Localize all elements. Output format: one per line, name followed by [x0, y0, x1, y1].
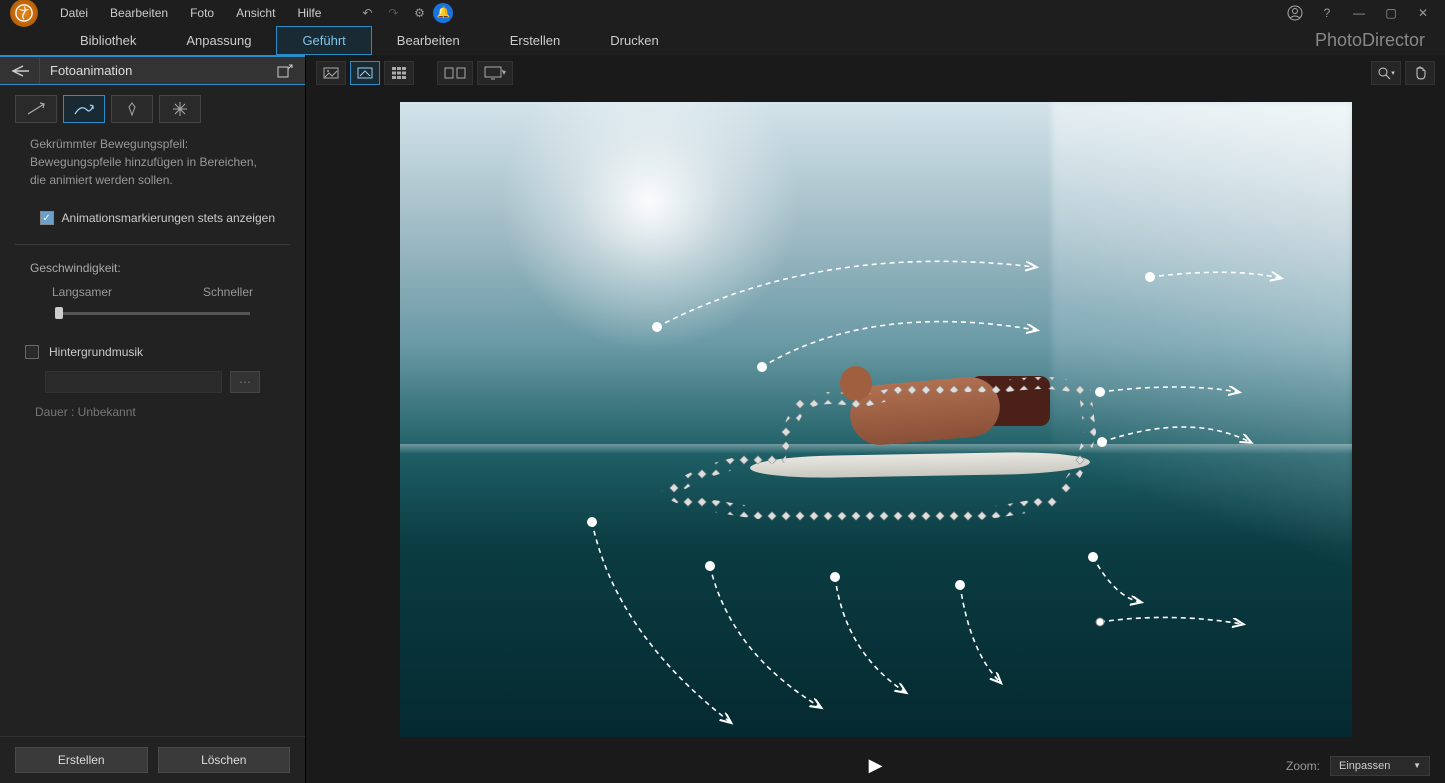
bg-music-browse-button[interactable]: ⋯	[230, 371, 260, 393]
bg-music-label: Hintergrundmusik	[49, 345, 143, 359]
checkbox-checked-icon[interactable]: ✓	[40, 211, 54, 225]
tab-library[interactable]: Bibliothek	[55, 27, 161, 54]
sidebar: Fotoanimation Gekrümmter Bewegungspfeil:…	[0, 55, 306, 783]
panel-header: Fotoanimation	[0, 55, 305, 85]
minimize-icon[interactable]: —	[1347, 2, 1371, 24]
menu-file[interactable]: Datei	[50, 3, 98, 23]
zoom-tool-icon[interactable]: ▾	[1371, 61, 1401, 85]
redo-icon[interactable]: ↷	[381, 2, 405, 24]
brand-label: PhotoDirector	[1315, 30, 1425, 51]
show-markers-checkbox-row[interactable]: ✓ Animationsmarkierungen stets anzeigen	[0, 201, 305, 240]
bg-music-input[interactable]	[45, 371, 222, 393]
view-single-icon[interactable]	[316, 61, 346, 85]
view-toolbar: ▾ ▾	[306, 55, 1445, 90]
speed-faster-label: Schneller	[203, 285, 253, 299]
duration-label: Dauer : Unbekannt	[0, 397, 305, 427]
playbar: ▶ Zoom: Einpassen▼	[306, 748, 1445, 783]
tabbar: Bibliothek Anpassung Geführt Bearbeiten …	[0, 25, 1445, 55]
menu-edit[interactable]: Bearbeiten	[100, 3, 178, 23]
show-markers-label: Animationsmarkierungen stets anzeigen	[62, 211, 275, 225]
speed-label: Geschwindigkeit:	[30, 261, 275, 275]
close-icon[interactable]: ✕	[1411, 2, 1435, 24]
menu-view[interactable]: Ansicht	[226, 3, 285, 23]
back-button[interactable]	[0, 57, 40, 84]
canvas[interactable]	[306, 90, 1445, 748]
zoom-label: Zoom:	[1286, 759, 1320, 773]
view-compare-icon[interactable]	[350, 61, 380, 85]
divider	[15, 244, 290, 245]
main-area: ▾ ▾	[306, 55, 1445, 783]
menubar: Datei Bearbeiten Foto Ansicht Hilfe ↶ ↷ …	[0, 0, 1445, 25]
tool-anchor[interactable]	[111, 95, 153, 123]
bg-music-checkbox[interactable]	[25, 345, 39, 359]
view-mirror-icon[interactable]	[437, 61, 473, 85]
animation-overlay[interactable]	[400, 102, 1352, 737]
preview-image[interactable]	[400, 102, 1352, 737]
help-icon[interactable]: ?	[1315, 2, 1339, 24]
panel-title: Fotoanimation	[40, 63, 265, 78]
tool-curved-arrow[interactable]	[63, 95, 105, 123]
play-button[interactable]: ▶	[869, 755, 883, 776]
app-logo-icon	[10, 0, 38, 27]
pan-tool-icon[interactable]	[1405, 61, 1435, 85]
maximize-icon[interactable]: ▢	[1379, 2, 1403, 24]
settings-icon[interactable]: ⚙	[407, 2, 431, 24]
menu-photo[interactable]: Foto	[180, 3, 224, 23]
notification-icon[interactable]: 🔔	[433, 3, 453, 23]
export-button[interactable]	[265, 57, 305, 84]
tool-row	[0, 85, 305, 129]
create-button[interactable]: Erstellen	[15, 747, 148, 773]
speed-slider[interactable]	[55, 305, 250, 321]
view-grid-icon[interactable]	[384, 61, 414, 85]
tool-straight-arrow[interactable]	[15, 95, 57, 123]
tab-edit[interactable]: Bearbeiten	[372, 27, 485, 54]
tab-print[interactable]: Drucken	[585, 27, 683, 54]
view-display-icon[interactable]: ▾	[477, 61, 513, 85]
tab-create[interactable]: Erstellen	[485, 27, 586, 54]
tool-freeze[interactable]	[159, 95, 201, 123]
tool-description: Gekrümmter Bewegungspfeil: Bewegungspfei…	[0, 129, 305, 201]
account-icon[interactable]	[1283, 2, 1307, 24]
speed-slower-label: Langsamer	[52, 285, 112, 299]
tab-adjust[interactable]: Anpassung	[161, 27, 276, 54]
tab-guided[interactable]: Geführt	[276, 26, 371, 55]
zoom-select[interactable]: Einpassen▼	[1330, 756, 1430, 776]
undo-icon[interactable]: ↶	[355, 2, 379, 24]
menu-help[interactable]: Hilfe	[287, 3, 331, 23]
delete-button[interactable]: Löschen	[158, 747, 291, 773]
